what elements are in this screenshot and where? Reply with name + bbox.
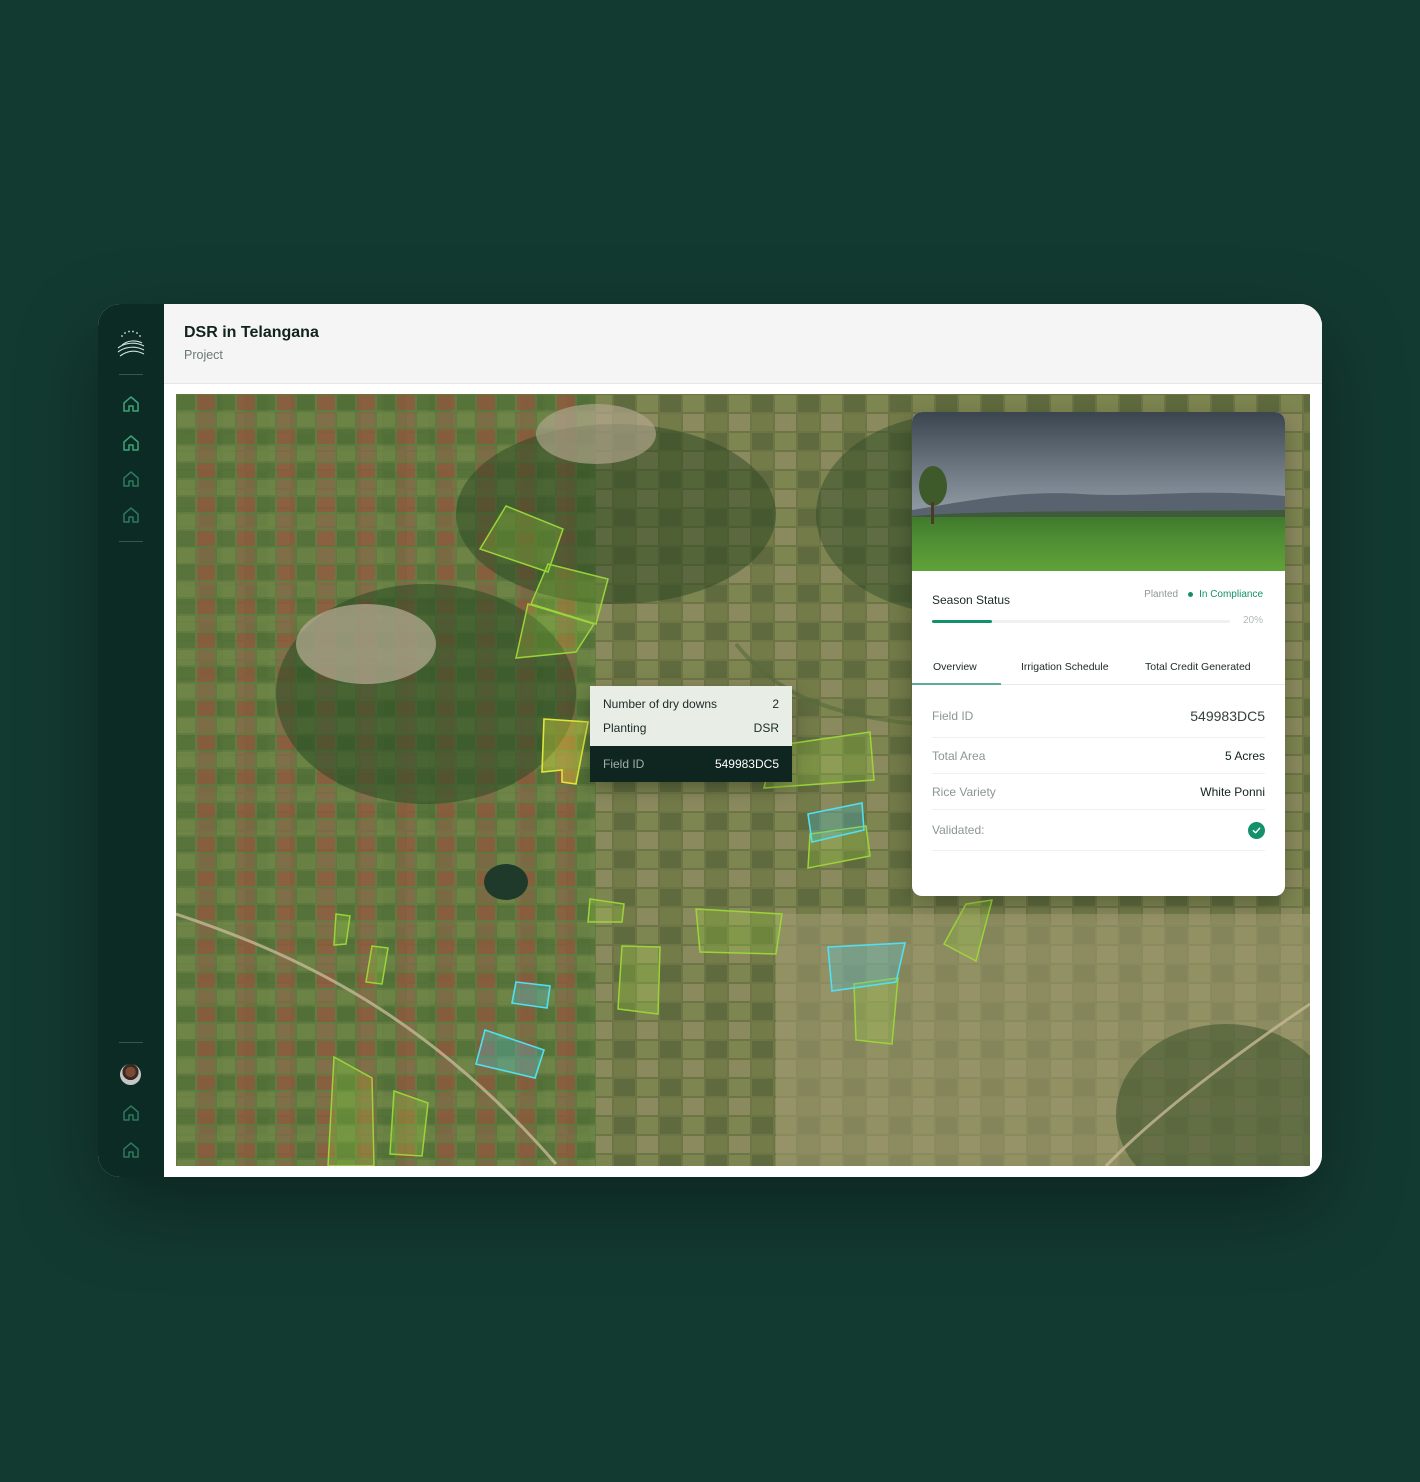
- status-dot-icon: [1188, 592, 1194, 597]
- detail-label: Total Area: [932, 748, 986, 763]
- sidebar: [98, 304, 164, 1177]
- app-window: DSR in Telangana Project Number of dry d…: [98, 304, 1322, 1177]
- season-progress-label: 20%: [1242, 615, 1263, 626]
- season-progress-bar: [932, 620, 1230, 623]
- home-icon[interactable]: [122, 395, 140, 413]
- compliance-badge: In Compliance: [1188, 589, 1263, 600]
- home-icon[interactable]: [122, 1104, 140, 1122]
- home-icon[interactable]: [122, 434, 140, 452]
- tooltip-row: Number of dry downs 2: [590, 692, 792, 716]
- tooltip-value: DSR: [753, 721, 779, 735]
- tooltip-value: 2: [772, 697, 779, 711]
- field-photo: [912, 412, 1285, 571]
- field-tooltip: Number of dry downs 2 Planting DSR Field…: [590, 686, 792, 782]
- tooltip-field-id-value: 549983DC5: [714, 757, 779, 771]
- main-content: DSR in Telangana Project Number of dry d…: [164, 304, 1322, 1177]
- tooltip-field-id-label: Field ID: [603, 757, 645, 771]
- detail-row-field-id: Field ID 549983DC5: [932, 695, 1265, 738]
- planted-badge: Planted: [1144, 589, 1179, 600]
- tab-overview[interactable]: Overview: [912, 649, 1001, 685]
- sidebar-divider: [119, 374, 143, 375]
- detail-label: Rice Variety: [932, 784, 996, 799]
- sidebar-divider: [119, 541, 143, 542]
- card-tabs: Overview Irrigation Schedule Total Credi…: [912, 649, 1285, 685]
- sidebar-divider: [119, 1042, 143, 1043]
- page-subtitle: Project: [184, 348, 223, 362]
- status-badges: Planted In Compliance: [1144, 589, 1263, 600]
- page-header: DSR in Telangana Project: [164, 304, 1322, 384]
- tooltip-row: Planting DSR: [590, 716, 792, 740]
- detail-label: Validated:: [932, 823, 985, 837]
- home-icon[interactable]: [122, 506, 140, 524]
- detail-row-validated: Validated:: [932, 810, 1265, 851]
- farm-logo-icon[interactable]: [116, 326, 146, 358]
- tooltip-label: Number of dry downs: [603, 697, 718, 711]
- detail-value: 549983DC5: [1190, 708, 1265, 724]
- home-icon[interactable]: [122, 1141, 140, 1159]
- detail-row-rice-variety: Rice Variety White Ponni: [932, 774, 1265, 810]
- satellite-map[interactable]: Number of dry downs 2 Planting DSR Field…: [176, 394, 1310, 1166]
- avatar[interactable]: [120, 1064, 141, 1085]
- home-icon[interactable]: [122, 470, 140, 488]
- page-title: DSR in Telangana: [184, 324, 319, 341]
- field-detail-card: Season Status Planted In Compliance 20%: [912, 412, 1285, 896]
- tooltip-field-id-row: Field ID 549983DC5: [590, 746, 792, 782]
- detail-value: 5 Acres: [1224, 748, 1265, 763]
- compliance-label: In Compliance: [1199, 589, 1263, 600]
- check-icon: [1248, 821, 1265, 839]
- detail-value: White Ponni: [1200, 784, 1265, 799]
- tooltip-label: Planting: [603, 721, 647, 735]
- field-details: Field ID 549983DC5 Total Area 5 Acres Ri…: [912, 685, 1285, 851]
- tab-irrigation-schedule[interactable]: Irrigation Schedule: [1001, 649, 1145, 684]
- detail-label: Field ID: [932, 709, 974, 723]
- season-status: Season Status Planted In Compliance 20%: [912, 571, 1285, 649]
- detail-row-total-area: Total Area 5 Acres: [932, 738, 1265, 774]
- tab-total-credit-generated[interactable]: Total Credit Generated: [1145, 649, 1251, 684]
- season-progress-fill: [932, 620, 992, 623]
